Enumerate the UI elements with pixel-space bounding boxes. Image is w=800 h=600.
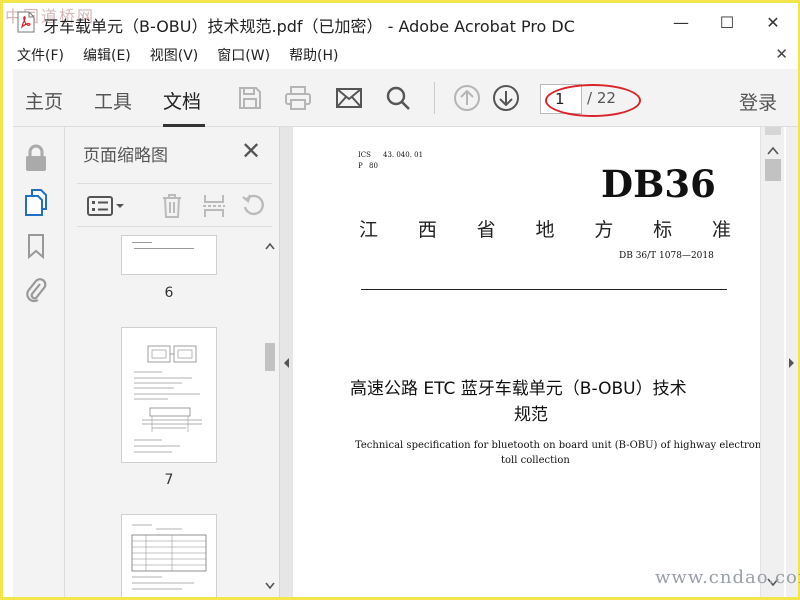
acrobat-window: 中国道桥网 牙车载单元（B-OBU）技术规范.pdf（已加密） - Adobe … [3, 3, 798, 597]
title-chinese: 高速公路 ETC 蓝牙车载单元（B-OBU）技术 [350, 379, 687, 399]
p-code: 80 [369, 162, 378, 170]
bookmark-icon[interactable] [22, 231, 50, 261]
menu-help[interactable]: 帮助(H) [289, 45, 338, 65]
lock-icon[interactable] [22, 143, 50, 173]
tab-document[interactable]: 文档 [163, 87, 201, 114]
p-code-label: P [358, 162, 363, 170]
panel-toolbar [77, 183, 272, 227]
print-icon[interactable] [283, 83, 313, 113]
close-panel-button[interactable]: ✕ [241, 137, 261, 165]
province-standard-char: 方 [594, 219, 614, 241]
panel-title: 页面缩略图 [83, 146, 168, 166]
menu-view[interactable]: 视图(V) [150, 45, 199, 65]
province-standard-char: 省 [476, 219, 496, 241]
annotation-circle [545, 84, 641, 117]
attachment-icon[interactable] [22, 275, 50, 305]
province-standard: 江 西 省 地 方 标 准 [359, 215, 731, 242]
thumbnail-page-number: 7 [164, 472, 174, 488]
minimize-button[interactable]: — [658, 3, 704, 41]
tab-tools[interactable]: 工具 [94, 87, 132, 114]
page-down-icon[interactable] [491, 83, 521, 113]
toolbar: 主页 工具 文档 1 / 22 登录 [13, 69, 798, 127]
tab-home[interactable]: 主页 [25, 87, 63, 114]
province-standard-char: 标 [653, 219, 673, 241]
province-standard-char: 地 [535, 219, 555, 241]
maximize-button[interactable]: ☐ [704, 3, 750, 41]
navigation-rail [13, 127, 65, 597]
title-chinese-line2: 规范 [514, 405, 548, 425]
watermark-bottom-right: www.cndao.com [655, 567, 800, 588]
options-menu-icon[interactable] [85, 192, 129, 220]
title-english-line2: toll collection [501, 455, 570, 466]
menu-bar: 文件(F) 编辑(E) 视图(V) 窗口(W) 帮助(H) ✕ [3, 41, 798, 69]
province-standard-char: 江 [359, 219, 379, 241]
ics-code: 43. 040. 01 [383, 151, 424, 159]
search-icon[interactable] [383, 83, 413, 113]
window-title: 牙车载单元（B-OBU）技术规范.pdf（已加密） - Adobe Acroba… [43, 17, 575, 36]
ics-label: ICS [358, 151, 371, 159]
province-standard-char: 准 [711, 219, 731, 241]
delete-icon[interactable] [157, 192, 187, 220]
save-icon[interactable] [235, 83, 265, 113]
page-thumbnail[interactable] [121, 327, 217, 463]
title-english: Technical specification for bluetooth on… [355, 440, 771, 451]
close-document-button[interactable]: ✕ [775, 45, 788, 63]
header-rule [361, 289, 727, 290]
extract-icon[interactable] [199, 192, 229, 220]
close-window-button[interactable]: ✕ [750, 3, 796, 41]
toolbar-separator [434, 82, 435, 114]
menu-file[interactable]: 文件(F) [17, 45, 64, 65]
province-standard-char: 西 [417, 219, 437, 241]
page-thumbnail[interactable] [121, 514, 217, 597]
thumbnail-page-number: 6 [164, 285, 174, 301]
standard-code: DB36 [601, 162, 716, 206]
document-number: DB 36/T 1078—2018 [619, 251, 714, 261]
page-thumbnail[interactable] [121, 235, 217, 275]
pdf-file-icon [17, 11, 35, 33]
title-bar: 中国道桥网 牙车载单元（B-OBU）技术规范.pdf（已加密） - Adobe … [3, 3, 798, 41]
email-icon[interactable] [334, 83, 364, 113]
menu-window[interactable]: 窗口(W) [217, 45, 270, 65]
document-scrollbar[interactable] [760, 127, 784, 597]
menu-edit[interactable]: 编辑(E) [83, 45, 131, 65]
document-page: ICS 43. 040. 01 P 80 DB36 江 西 省 地 方 标 准 … [293, 127, 786, 597]
thumbnail-scrollbar[interactable] [262, 237, 278, 597]
panel-collapse-handle[interactable] [279, 127, 293, 597]
rotate-icon[interactable] [239, 192, 269, 220]
thumbnail-panel: 页面缩略图 ✕ 6 7 [65, 127, 279, 597]
login-button[interactable]: 登录 [739, 88, 777, 115]
page-thumbnails-icon[interactable] [22, 187, 50, 217]
right-pane-handle[interactable] [786, 127, 798, 597]
page-up-icon[interactable] [452, 83, 482, 113]
